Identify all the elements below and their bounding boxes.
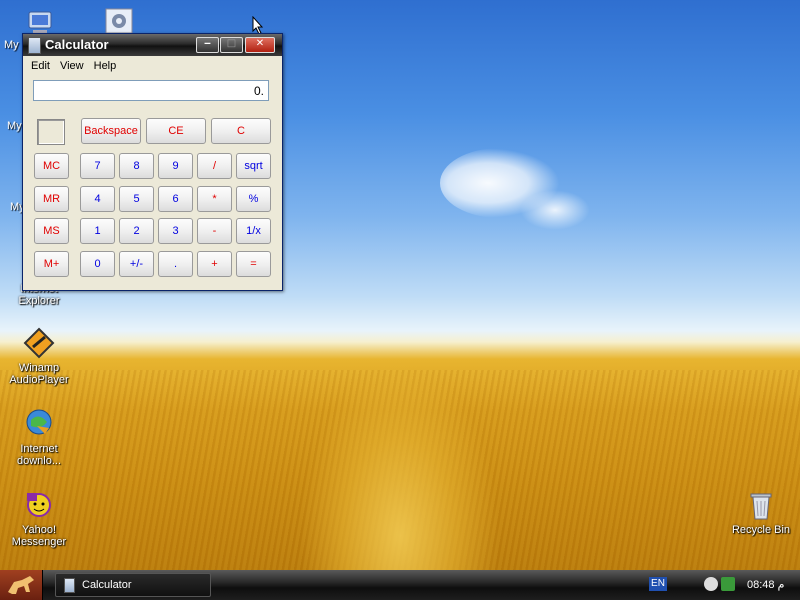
desktop-icon-label: Winamp AudioPlayer xyxy=(9,362,69,386)
language-indicator[interactable]: EN xyxy=(649,577,667,591)
digit-8-button[interactable]: 8 xyxy=(119,153,154,179)
digit-9-button[interactable]: 9 xyxy=(158,153,193,179)
sqrt-button[interactable]: sqrt xyxy=(236,153,271,179)
menu-bar: Edit View Help xyxy=(23,56,282,76)
backspace-button[interactable]: Backspace xyxy=(81,118,141,144)
desktop-icon-label: Internet downlo... xyxy=(16,443,62,467)
start-button[interactable] xyxy=(0,570,43,600)
desktop-icon-label: Recycle Bin xyxy=(731,524,791,536)
desktop-icon-internet-download-manager[interactable]: Internet downlo... xyxy=(2,408,76,467)
memory-clear-button[interactable]: MC xyxy=(34,153,69,179)
digit-7-button[interactable]: 7 xyxy=(80,153,115,179)
network-tray-icon[interactable] xyxy=(721,577,735,591)
memory-store-button[interactable]: MS xyxy=(34,218,69,244)
add-button[interactable]: + xyxy=(197,251,232,277)
window-titlebar[interactable]: Calculator ‒ □ ✕ xyxy=(23,34,282,56)
taskbar-button-label: Calculator xyxy=(82,579,132,591)
maximize-button[interactable]: □ xyxy=(220,37,243,53)
internet-download-manager-icon xyxy=(23,408,55,440)
multiply-button[interactable]: * xyxy=(197,186,232,212)
decimal-point-button[interactable]: . xyxy=(158,251,193,277)
digit-5-button[interactable]: 5 xyxy=(119,186,154,212)
equals-button[interactable]: = xyxy=(236,251,271,277)
reciprocal-button[interactable]: 1/x xyxy=(236,218,271,244)
desktop-icon-label: My xyxy=(4,39,19,51)
clear-button[interactable]: C xyxy=(211,118,271,144)
memory-indicator xyxy=(37,119,65,145)
horse-logo-icon xyxy=(8,576,34,594)
menu-help[interactable]: Help xyxy=(89,60,122,72)
divide-button[interactable]: / xyxy=(197,153,232,179)
menu-view[interactable]: View xyxy=(55,60,89,72)
field-path xyxy=(300,360,500,570)
calculator-display: 0. xyxy=(33,80,269,101)
desktop-icon-my-documents[interactable]: My xyxy=(7,120,22,132)
desktop-icon-yahoo-messenger[interactable]: Yahoo! Messenger xyxy=(2,489,76,548)
calculator-window: Calculator ‒ □ ✕ Edit View Help 0. Backs… xyxy=(22,33,283,291)
clear-entry-button[interactable]: CE xyxy=(146,118,206,144)
desktop-icon-winamp[interactable]: Winamp AudioPlayer xyxy=(2,327,76,386)
memory-recall-button[interactable]: MR xyxy=(34,186,69,212)
memory-add-button[interactable]: M+ xyxy=(34,251,69,277)
digit-0-button[interactable]: 0 xyxy=(80,251,115,277)
digit-6-button[interactable]: 6 xyxy=(158,186,193,212)
digit-2-button[interactable]: 2 xyxy=(119,218,154,244)
recycle-bin-icon xyxy=(745,489,777,521)
desktop-icon-recycle-bin[interactable]: Recycle Bin xyxy=(724,489,798,536)
clock[interactable]: 08:48 ﻡ xyxy=(747,578,784,591)
tray-icon[interactable] xyxy=(704,577,718,591)
calculator-app-icon xyxy=(64,578,75,593)
close-button[interactable]: ✕ xyxy=(245,37,275,53)
percent-button[interactable]: % xyxy=(236,186,271,212)
taskbar-button-calculator[interactable]: Calculator xyxy=(55,573,211,597)
digit-3-button[interactable]: 3 xyxy=(158,218,193,244)
gear-icon xyxy=(105,8,133,34)
desktop-icon-label: Yahoo! Messenger xyxy=(11,524,67,548)
digit-1-button[interactable]: 1 xyxy=(80,218,115,244)
taskbar: Calculator EN 08:48 ﻡ xyxy=(0,570,800,600)
cloud xyxy=(520,190,590,230)
winamp-icon xyxy=(23,327,55,359)
yahoo-messenger-icon xyxy=(23,489,55,521)
digit-4-button[interactable]: 4 xyxy=(80,186,115,212)
minimize-button[interactable]: ‒ xyxy=(196,37,219,53)
menu-edit[interactable]: Edit xyxy=(26,60,55,72)
window-title: Calculator xyxy=(45,37,109,52)
calculator-app-icon xyxy=(28,37,41,54)
sign-toggle-button[interactable]: +/- xyxy=(119,251,154,277)
subtract-button[interactable]: - xyxy=(197,218,232,244)
